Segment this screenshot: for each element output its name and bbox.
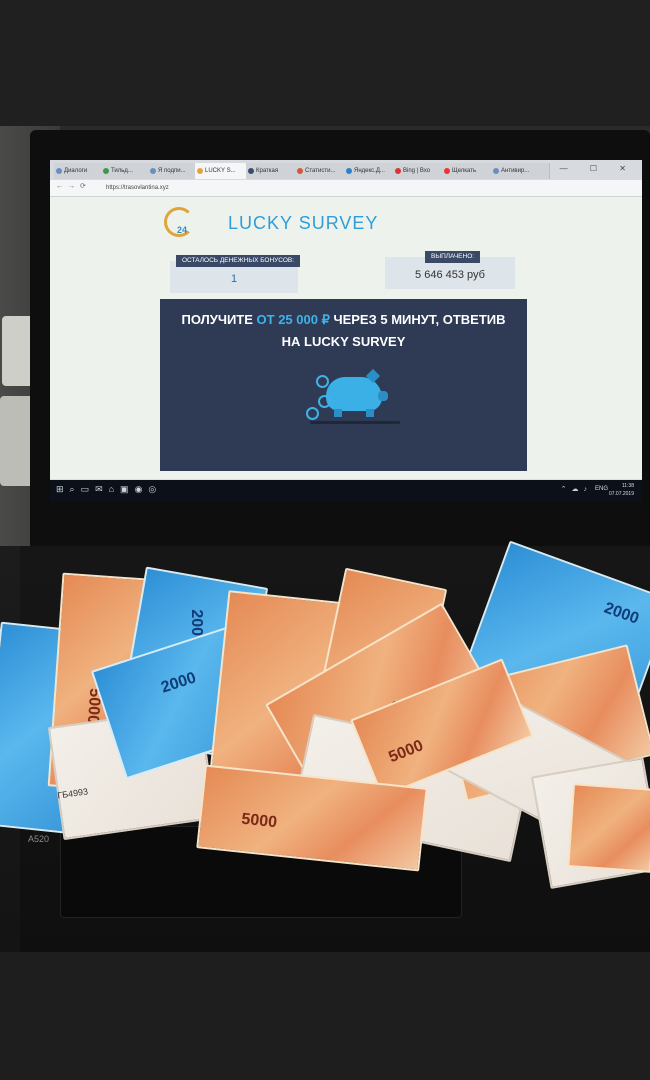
- nav-buttons-icon[interactable]: ←→⟳: [56, 182, 91, 190]
- banknote-value: 5000: [240, 810, 278, 832]
- taskbar-clock[interactable]: 11:38 07.07.2019: [609, 482, 634, 498]
- browser-tabbar: Диалоги Тильд... Я подпи... LUCKY S... К…: [50, 160, 642, 180]
- banknote-5000: [567, 783, 650, 873]
- windows-taskbar: ⊞⌕▭✉⌂▣◉◎ ⌃☁♪ ENG 11:38 07.07.2019: [50, 480, 642, 502]
- tab-favicon-icon: [297, 168, 303, 174]
- tab-label: Я подпи...: [158, 168, 186, 174]
- tab-label: Яндекс.Д...: [354, 168, 385, 174]
- taskbar-app-icons[interactable]: ⊞⌕▭✉⌂▣◉◎: [56, 484, 162, 495]
- clock-date: 07.07.2019: [608, 491, 634, 497]
- language-indicator[interactable]: ENG: [595, 486, 608, 492]
- bonuses-value: 1: [230, 273, 238, 285]
- address-bar: ←→⟳ https://trasovlantina.xyz: [50, 180, 642, 197]
- tab-label: Щелкать: [452, 168, 477, 174]
- browser-tab[interactable]: Антивир...: [491, 163, 550, 179]
- tab-favicon-icon: [395, 168, 401, 174]
- coin-icon: [318, 395, 331, 408]
- monitor-screen: Диалоги Тильд... Я подпи... LUCKY S... К…: [50, 160, 642, 502]
- paid-value: 5 646 453 руб: [415, 269, 485, 281]
- tab-favicon-icon: [197, 168, 203, 174]
- tab-label: Краткая: [256, 168, 279, 174]
- tab-label: Статисти...: [305, 168, 336, 174]
- tab-label: Антивир...: [501, 168, 530, 174]
- promo-banner: ПОЛУЧИТЕ ОТ 25 000 ₽ ЧЕРЕЗ 5 МИНУТ, ОТВЕ…: [160, 299, 527, 471]
- tab-favicon-icon: [56, 168, 62, 174]
- top-letterbox: [0, 0, 650, 126]
- piggy-snout-icon: [378, 391, 388, 401]
- tab-favicon-icon: [248, 168, 254, 174]
- coin-icon: [316, 375, 329, 388]
- web-page: 24 LUCKY SURVEY ОСТАЛОСЬ ДЕНЕЖНЫХ БОНУСО…: [50, 197, 642, 489]
- banknote-value: 2000: [159, 669, 199, 697]
- window-controls[interactable]: — ☐ ✕: [560, 164, 636, 173]
- piggy-leg-icon: [366, 409, 374, 417]
- url-field[interactable]: https://trasovlantina.xyz: [106, 182, 169, 194]
- tab-favicon-icon: [150, 168, 156, 174]
- banner-text-part: ПОЛУЧИТЕ: [181, 312, 257, 327]
- site-brand[interactable]: LUCKY SURVEY: [228, 213, 378, 234]
- tab-label: Тильд...: [111, 168, 133, 174]
- bonuses-box: ОСТАЛОСЬ ДЕНЕЖНЫХ БОНУСОВ: 1: [170, 255, 301, 293]
- banner-headline: ПОЛУЧИТЕ ОТ 25 000 ₽ ЧЕРЕЗ 5 МИНУТ, ОТВЕ…: [160, 309, 527, 353]
- bottom-letterbox: [0, 952, 650, 1080]
- photo: Диалоги Тильд... Я подпи... LUCKY S... К…: [0, 126, 650, 952]
- paid-box: ВЫПЛАЧЕНО: 5 646 453 руб: [385, 251, 515, 289]
- piggy-shadow: [310, 421, 400, 424]
- tab-favicon-icon: [444, 168, 450, 174]
- piggy-leg-icon: [334, 409, 342, 417]
- tab-label: Bing | Вхо: [403, 168, 431, 174]
- tab-favicon-icon: [493, 168, 499, 174]
- banknote-value: 5000: [386, 737, 426, 767]
- banner-line-2: НА LUCKY SURVEY: [281, 334, 406, 349]
- logo-number: 24: [177, 225, 188, 235]
- laptop-model: A520: [28, 834, 50, 844]
- system-tray-icons[interactable]: ⌃☁♪: [561, 485, 592, 493]
- coin-icon: [306, 407, 319, 420]
- banknote-value: 2000: [601, 599, 642, 628]
- tab-label: LUCKY S...: [205, 168, 236, 174]
- banner-amount: ОТ 25 000 ₽: [256, 312, 330, 327]
- paid-label: ВЫПЛАЧЕНО:: [425, 251, 481, 263]
- tab-label: Диалоги: [64, 168, 88, 174]
- banner-text-part: ЧЕРЕЗ 5 МИНУТ, ОТВЕТИВ: [329, 312, 506, 327]
- tab-favicon-icon: [103, 168, 109, 174]
- bonuses-label: ОСТАЛОСЬ ДЕНЕЖНЫХ БОНУСОВ:: [176, 255, 301, 267]
- banknote-serial: ГБ4993: [56, 786, 89, 801]
- tab-favicon-icon: [346, 168, 352, 174]
- clock-time: 11:38: [621, 483, 634, 489]
